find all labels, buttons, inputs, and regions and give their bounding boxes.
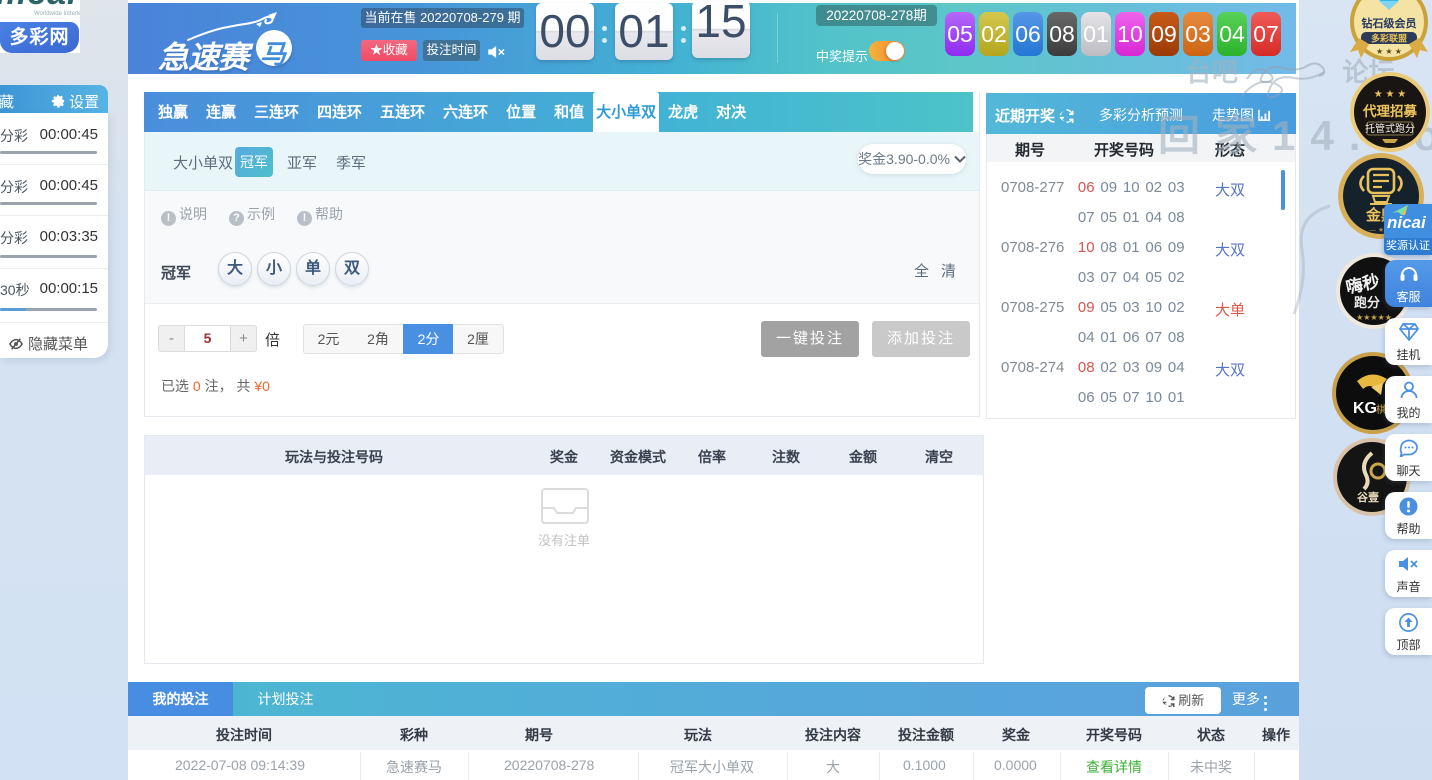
svg-text:多彩联盟: 多彩联盟 bbox=[1371, 33, 1407, 44]
svg-text:钻石级会员: 钻石级会员 bbox=[1362, 16, 1417, 30]
svg-text:谷壹: 谷壹 bbox=[1357, 490, 1379, 504]
svg-text:★ ★ ★: ★ ★ ★ bbox=[1374, 89, 1406, 100]
svg-text:跑分: 跑分 bbox=[1354, 295, 1380, 310]
svg-text:KG: KG bbox=[1353, 400, 1377, 417]
svg-text:代理招募: 代理招募 bbox=[1362, 103, 1417, 119]
svg-text:★ ★ ★: ★ ★ ★ bbox=[1376, 47, 1402, 56]
svg-text:托管式跑分: 托管式跑分 bbox=[1365, 122, 1415, 135]
